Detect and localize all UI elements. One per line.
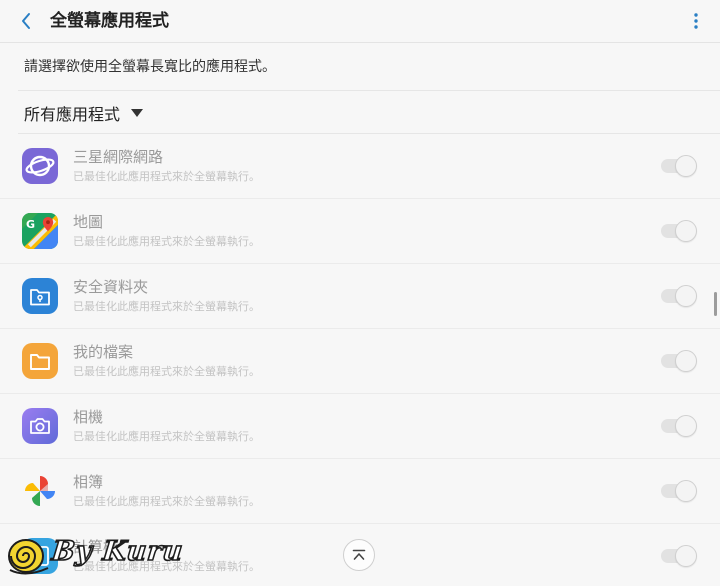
toggle-knob	[675, 545, 697, 567]
fullscreen-toggle[interactable]	[661, 480, 697, 502]
list-item[interactable]: 相簿 已最佳化此應用程式來於全螢幕執行。	[0, 459, 720, 524]
app-status: 已最佳化此應用程式來於全螢幕執行。	[73, 365, 260, 378]
app-status: 已最佳化此應用程式來於全螢幕執行。	[73, 430, 260, 443]
toggle-knob	[675, 285, 697, 307]
app-name: 相機	[73, 408, 104, 426]
toggle-knob	[675, 480, 697, 502]
watermark: By Kuru	[6, 532, 196, 582]
fullscreen-toggle[interactable]	[661, 350, 697, 372]
list-item[interactable]: G 地圖 已最佳化此應用程式來於全螢幕執行。	[0, 199, 720, 264]
filter-label: 所有應用程式	[24, 105, 121, 124]
scroll-to-top-button[interactable]	[343, 539, 375, 571]
page-title: 全螢幕應用程式	[50, 11, 169, 31]
toggle-knob	[675, 220, 697, 242]
google-photos-icon	[25, 476, 55, 506]
app-name: 地圖	[73, 213, 104, 231]
back-button[interactable]	[16, 9, 36, 33]
svg-text:G: G	[26, 218, 35, 231]
list-item[interactable]: 安全資料夾 已最佳化此應用程式來於全螢幕執行。	[0, 264, 720, 329]
fullscreen-toggle[interactable]	[661, 285, 697, 307]
app-list: 三星網際網路 已最佳化此應用程式來於全螢幕執行。 G 地圖 已最佳化此應用程式來…	[0, 134, 720, 586]
app-bar: 全螢幕應用程式	[0, 0, 720, 43]
watermark-text: By Kuru	[50, 535, 186, 568]
fullscreen-toggle[interactable]	[661, 415, 697, 437]
list-item[interactable]: 相機 已最佳化此應用程式來於全螢幕執行。	[0, 394, 720, 459]
caret-down-icon	[131, 109, 144, 117]
app-status: 已最佳化此應用程式來於全螢幕執行。	[73, 495, 260, 508]
app-status: 已最佳化此應用程式來於全螢幕執行。	[73, 300, 260, 313]
scrollbar-thumb[interactable]	[714, 292, 717, 316]
app-name: 三星網際網路	[73, 148, 164, 166]
list-item[interactable]: 我的檔案 已最佳化此應用程式來於全螢幕執行。	[0, 329, 720, 394]
page-description: 請選擇欲使用全螢幕長寬比的應用程式。	[24, 59, 276, 75]
list-item[interactable]: 三星網際網路 已最佳化此應用程式來於全螢幕執行。	[0, 134, 720, 199]
app-filter-dropdown[interactable]: 所有應用程式	[24, 101, 144, 125]
divider	[18, 90, 720, 91]
my-files-icon	[22, 343, 58, 379]
app-status: 已最佳化此應用程式來於全螢幕執行。	[73, 170, 260, 183]
google-maps-icon: G	[22, 213, 58, 249]
app-name: 安全資料夾	[73, 278, 149, 296]
secure-folder-icon	[22, 278, 58, 314]
more-vert-icon	[694, 13, 698, 29]
screen: 全螢幕應用程式 請選擇欲使用全螢幕長寬比的應用程式。 所有應用程式 三星網際網路…	[0, 0, 720, 586]
toggle-knob	[675, 415, 697, 437]
camera-icon	[22, 408, 58, 444]
fullscreen-toggle[interactable]	[661, 155, 697, 177]
fullscreen-toggle[interactable]	[661, 545, 697, 567]
app-name: 我的檔案	[73, 343, 134, 361]
snail-logo-icon	[8, 539, 49, 575]
toggle-knob	[675, 350, 697, 372]
app-name: 相簿	[73, 473, 104, 491]
toggle-knob	[675, 155, 697, 177]
more-options-button[interactable]	[692, 11, 700, 31]
app-status: 已最佳化此應用程式來於全螢幕執行。	[73, 235, 260, 248]
chevron-left-icon	[22, 13, 30, 29]
arrow-up-bar-icon	[352, 549, 366, 560]
fullscreen-toggle[interactable]	[661, 220, 697, 242]
samsung-internet-icon	[22, 148, 58, 184]
